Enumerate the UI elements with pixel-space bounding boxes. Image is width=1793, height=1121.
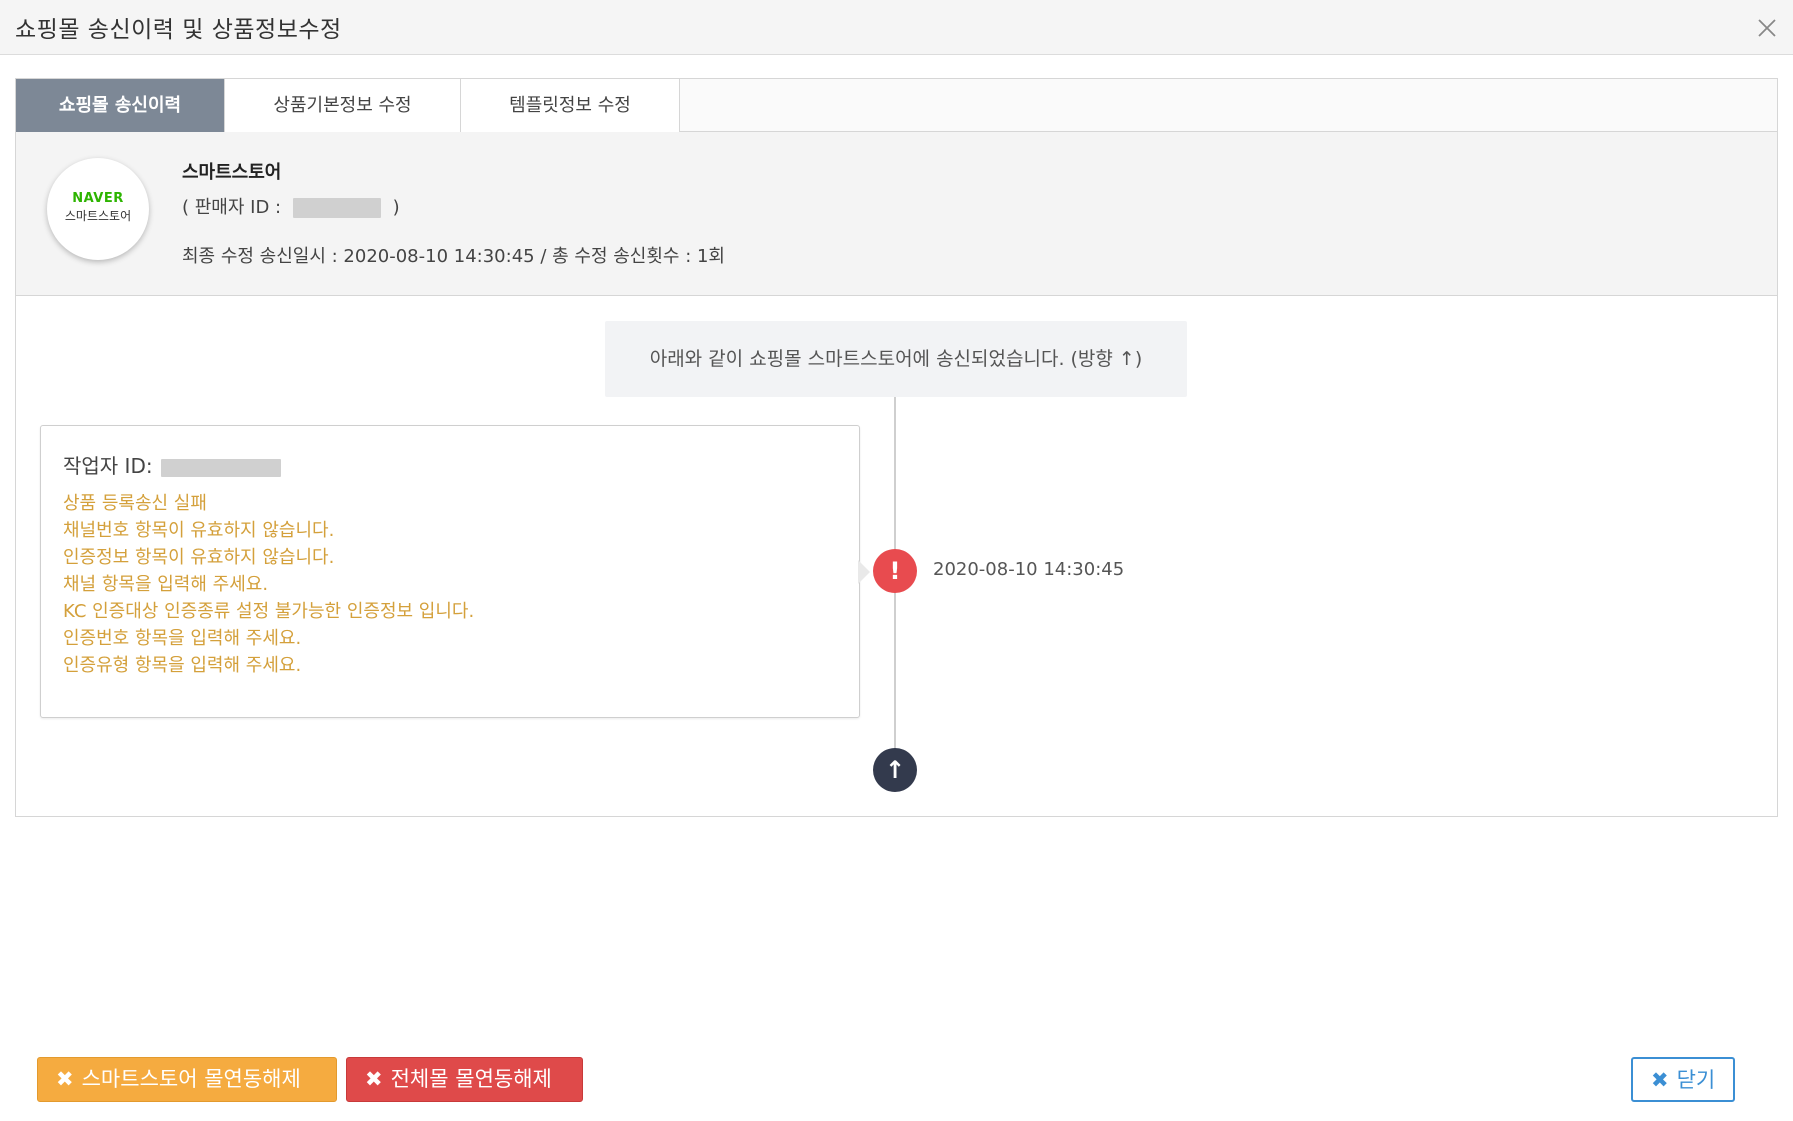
- list-item: KC 인증대상 인증종류 설정 불가능한 인증정보 입니다.: [63, 601, 475, 622]
- seller-id-suffix: ): [392, 197, 400, 218]
- logo-brand: NAVER: [72, 191, 124, 206]
- logo-sub: 스마트스토어: [64, 209, 132, 223]
- message-list: 상품 등록송신 실패 채널번호 항목이 유효하지 않습니다. 인증정보 항목이 …: [63, 490, 474, 679]
- card-pointer: [858, 560, 870, 584]
- worker-id: 작업자 ID:: [63, 450, 281, 479]
- unlink-all-label: 전체몰 몰연동해제: [390, 1067, 552, 1091]
- list-item: 인증번호 항목을 입력해 주세요.: [63, 628, 302, 649]
- modal-title: 쇼핑몰 송신이력 및 상품정보수정: [15, 17, 342, 43]
- redacted-seller-id: [292, 198, 381, 218]
- worker-id-label: 작업자 ID:: [63, 454, 153, 478]
- smartstore-logo: NAVER 스마트스토어: [47, 158, 149, 260]
- error-icon: !: [873, 549, 917, 593]
- x-icon: ✖: [1651, 1068, 1669, 1092]
- close-button[interactable]: ✖ 닫기: [1631, 1057, 1735, 1102]
- store-name: 스마트스토어: [182, 162, 282, 183]
- seller-id-line: ( 판매자 ID : ): [182, 193, 400, 219]
- unlink-smartstore-button[interactable]: ✖ 스마트스토어 몰연동해제: [37, 1057, 337, 1102]
- tab-bar: 쇼핑몰 송신이력 상품기본정보 수정 템플릿정보 수정: [16, 79, 1777, 132]
- redacted-worker-id: [160, 458, 281, 477]
- close-icon[interactable]: [1753, 14, 1781, 42]
- list-item: 채널 항목을 입력해 주세요.: [63, 574, 269, 595]
- unlink-smartstore-label: 스마트스토어 몰연동해제: [81, 1067, 301, 1091]
- close-icon-glyph: [1758, 19, 1776, 37]
- arrow-up-icon: ↑: [873, 748, 917, 792]
- seller-id-prefix: ( 판매자 ID :: [182, 197, 282, 218]
- modal-header: 쇼핑몰 송신이력 및 상품정보수정: [0, 0, 1793, 55]
- timeline: 아래와 같이 쇼핑몰 스마트스토어에 송신되었습니다. (방향 ↑) 작업자 I…: [16, 297, 1777, 816]
- list-item: 상품 등록송신 실패: [63, 493, 207, 514]
- timeline-entry-card: 작업자 ID: 상품 등록송신 실패 채널번호 항목이 유효하지 않습니다. 인…: [40, 425, 860, 718]
- entry-timestamp: 2020-08-10 14:30:45: [933, 559, 1125, 580]
- tab-send-history[interactable]: 쇼핑몰 송신이력: [16, 79, 225, 132]
- list-item: 인증정보 항목이 유효하지 않습니다.: [63, 547, 335, 568]
- timeline-header: 아래와 같이 쇼핑몰 스마트스토어에 송신되었습니다. (방향 ↑): [605, 321, 1187, 397]
- x-icon: ✖: [56, 1067, 74, 1091]
- unlink-all-button[interactable]: ✖ 전체몰 몰연동해제: [346, 1057, 583, 1102]
- last-send-info: 최종 수정 송신일시 : 2020-08-10 14:30:45 / 총 수정 …: [182, 246, 725, 267]
- tab-basic-info[interactable]: 상품기본정보 수정: [225, 79, 461, 132]
- x-icon: ✖: [365, 1067, 383, 1091]
- store-info: NAVER 스마트스토어 스마트스토어 ( 판매자 ID : ) 최종 수정 송…: [16, 132, 1777, 296]
- close-label: 닫기: [1676, 1068, 1716, 1092]
- list-item: 인증유형 항목을 입력해 주세요.: [63, 655, 302, 676]
- history-panel: 쇼핑몰 송신이력 상품기본정보 수정 템플릿정보 수정 NAVER 스마트스토어…: [15, 78, 1778, 817]
- list-item: 채널번호 항목이 유효하지 않습니다.: [63, 520, 335, 541]
- tab-template-info[interactable]: 템플릿정보 수정: [461, 79, 680, 132]
